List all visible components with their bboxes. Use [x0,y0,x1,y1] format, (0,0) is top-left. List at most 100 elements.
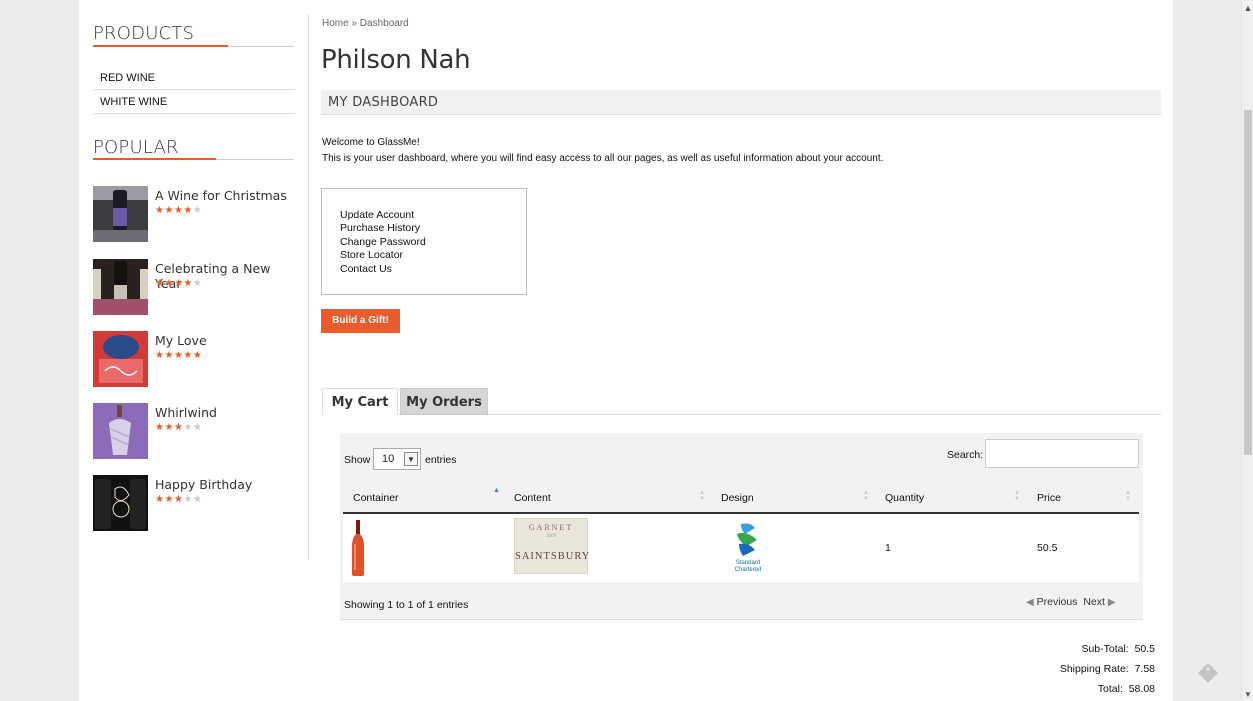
standard-chartered-logo: Standard Chartered [723,520,773,578]
star-filled-icon: ★ [173,205,184,216]
popular-heading: POPULAR [93,137,179,158]
table-row: GARNET 2009 SAINTSBURY Standard Chartere… [343,514,1139,582]
sidebar-item-red-wine[interactable]: RED WINE [100,72,155,84]
cart-table-panel: Show 10 ▼ entries Search: Container ▲ Co… [340,433,1143,620]
column-header-price[interactable]: Price [1037,492,1061,504]
divider [93,113,294,114]
star-filled-icon: ★ [164,278,174,289]
sort-icon[interactable]: ▲ ▼ [699,490,705,502]
quantity-cell: 1 [885,542,891,554]
welcome-description: This is your user dashboard, where you w… [322,153,884,164]
column-header-quantity[interactable]: Quantity [885,492,924,504]
star-filled-icon: ★ [183,278,193,289]
star-empty-icon: ★ [192,494,203,505]
popular-item[interactable]: Whirlwind ★★★★★ [93,403,294,459]
popular-title[interactable]: A Wine for Christmas [155,188,287,203]
update-account-link[interactable]: Update Account [340,209,414,221]
star-empty-icon: ★ [183,422,193,433]
rating-stars: ★★★★★ [155,205,202,216]
change-password-link[interactable]: Change Password [340,236,426,248]
star-filled-icon: ★ [164,494,174,505]
section-header: MY DASHBOARD [321,90,1161,115]
search-input[interactable] [985,439,1139,468]
popular-item[interactable]: Happy Birthday ★★★★★ [93,475,294,531]
scroll-up-icon[interactable]: ▲ [1243,3,1253,13]
star-filled-icon: ★ [173,422,184,433]
previous-arrow-icon[interactable]: ◀ [1026,597,1034,608]
star-filled-icon: ★ [183,205,193,216]
label-year: 2009 [546,534,556,539]
chevron-down-icon[interactable]: ▼ [404,452,418,466]
store-locator-link[interactable]: Store Locator [340,249,403,261]
subtotal: Sub-Total: 50.5 [1081,643,1155,655]
star-filled-icon: ★ [173,494,184,505]
star-filled-icon: ★ [192,350,203,361]
star-filled-icon: ★ [173,350,184,361]
products-heading: PRODUCTS [93,23,195,44]
scroll-thumb[interactable] [1244,110,1252,455]
heading-accent [93,45,228,47]
section-title: MY DASHBOARD [328,95,439,110]
rating-stars: ★★★★★ [155,278,202,289]
star-filled-icon: ★ [164,350,174,361]
contact-us-link[interactable]: Contact Us [340,263,392,275]
product-thumbnail[interactable] [93,186,148,242]
logo-text: Standard Chartered [723,560,773,574]
heading-accent [93,158,216,160]
table-info: Showing 1 to 1 of 1 entries [344,599,469,611]
purchase-history-link[interactable]: Purchase History [340,222,420,234]
popular-title[interactable]: Whirlwind [155,405,217,420]
sidebar-divider [308,15,309,560]
popular-title[interactable]: Happy Birthday [155,477,252,492]
previous-button[interactable]: Previous [1037,596,1078,608]
sort-icon[interactable]: ▲ ▼ [1125,490,1131,502]
star-filled-icon: ★ [173,278,184,289]
price-cell: 50.5 [1037,542,1058,554]
scroll-down-icon[interactable]: ▼ [1243,690,1253,699]
star-empty-icon: ★ [192,278,203,289]
next-button[interactable]: Next [1083,596,1105,608]
search-label: Search: [947,449,984,461]
scrollbar[interactable]: ▲ ▼ [1241,0,1253,701]
product-thumbnail[interactable] [93,331,148,387]
sort-icon[interactable]: ▲ ▼ [1014,490,1020,502]
right-gutter [1173,0,1241,701]
tab-my-orders[interactable]: My Orders [400,388,488,415]
column-header-container[interactable]: Container [353,492,399,504]
entries-select[interactable]: 10 ▼ [373,448,421,470]
star-empty-icon: ★ [183,494,193,505]
bottle-icon [352,520,364,576]
rating-stars: ★★★★★ [155,350,202,361]
label-text: GARNET [528,523,574,532]
next-arrow-icon[interactable]: ▶ [1108,597,1116,608]
rating-stars: ★★★★★ [155,422,202,433]
quick-links-box: Update Account Purchase History Change P… [321,188,527,295]
popular-title[interactable]: My Love [155,333,207,348]
wine-label-icon: GARNET 2009 SAINTSBURY [514,518,591,574]
entries-label: entries [425,454,457,466]
star-empty-icon: ★ [192,205,203,216]
logo-line1: Standard [735,560,761,566]
tab-my-cart[interactable]: My Cart [322,388,398,415]
page-title: Philson Nah [321,45,471,75]
star-empty-icon: ★ [192,422,203,433]
rating-stars: ★★★★★ [155,494,202,505]
total-value: 58.08 [1128,683,1155,695]
sidebar-item-white-wine[interactable]: WHITE WINE [100,96,167,108]
popular-item[interactable]: A Wine for Christmas ★★★★★ [93,186,294,242]
label-brand: SAINTSBURY [515,551,591,562]
product-thumbnail[interactable] [93,259,148,315]
sort-asc-icon[interactable]: ▲ [493,487,500,494]
popular-item[interactable]: Celebrating a New Year ★★★★★ [93,259,294,315]
product-thumbnail[interactable] [93,403,148,459]
sort-icon[interactable]: ▲ ▼ [863,490,869,502]
breadcrumb[interactable]: Home » Dashboard [322,18,409,29]
column-header-content[interactable]: Content [514,492,551,504]
subtotal-value: 50.5 [1134,643,1155,655]
tag-icon[interactable] [1197,662,1219,684]
product-thumbnail[interactable] [93,475,148,531]
popular-item[interactable]: My Love ★★★★★ [93,331,294,387]
standard-chartered-icon [737,523,757,556]
build-gift-button[interactable]: Build a Gift! [321,309,400,333]
column-header-design[interactable]: Design [721,492,754,504]
